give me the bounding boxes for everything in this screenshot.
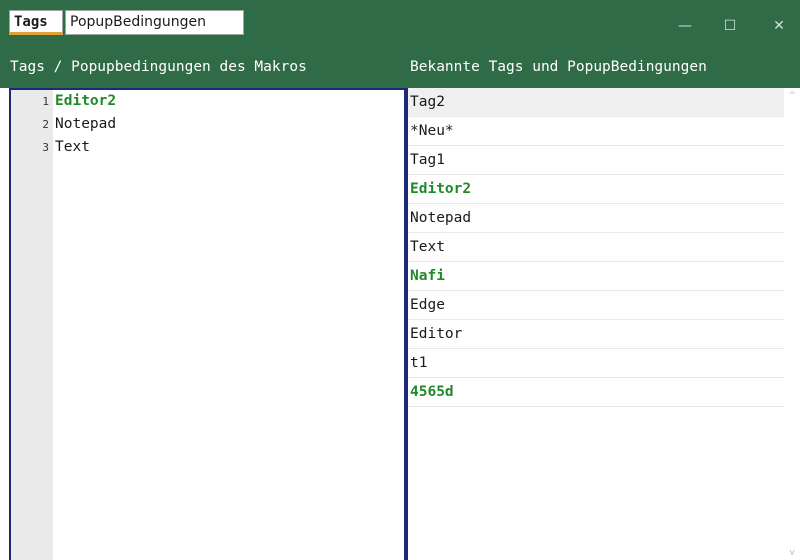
title-bar: Tags PopupBedingungen — ☐ ✕ [0,0,800,50]
editor-line[interactable]: 3 Text [11,136,401,159]
list-item[interactable]: Edge [408,291,786,320]
list-item[interactable]: Notepad [408,204,786,233]
line-number: 3 [42,141,49,154]
maximize-icon[interactable]: ☐ [715,15,745,37]
line-number: 2 [42,118,49,131]
macro-tags-editor[interactable]: 1 Editor2 2 Notepad 3 Text [9,88,406,560]
scroll-up-icon[interactable]: ^ [784,91,800,101]
known-tags-list: Tag2 *Neu* Tag1 Editor2 Notepad Text Naf… [406,88,800,560]
left-panel-header: Tags / Popupbedingungen des Makros [10,59,307,75]
right-panel-header: Bekannte Tags und PopupBedingungen [410,59,707,75]
scroll-down-icon[interactable]: v [784,548,800,558]
list-item[interactable]: t1 [408,349,786,378]
list-item[interactable]: Editor2 [408,175,786,204]
tab-tags[interactable]: Tags [9,10,63,35]
line-number: 1 [42,95,49,108]
line-text: Notepad [55,116,117,132]
line-text: Editor2 [55,93,117,109]
minimize-icon[interactable]: — [670,15,700,37]
line-number-gutter [11,90,53,560]
line-text: Text [55,139,90,155]
vertical-scrollbar[interactable]: ^ v [784,88,800,560]
close-icon[interactable]: ✕ [764,15,794,37]
list-item[interactable]: Text [408,233,786,262]
list-item[interactable]: Tag1 [408,146,786,175]
editor-line[interactable]: 1 Editor2 [11,90,401,113]
panel-headers: Tags / Popupbedingungen des Makros Bekan… [0,50,800,88]
list-item[interactable]: Nafi [408,262,786,291]
list-item[interactable]: Tag2 [408,88,786,117]
list-item[interactable]: *Neu* [408,117,786,146]
tab-popupbedingungen[interactable]: PopupBedingungen [65,10,244,35]
list-item[interactable]: Editor [408,320,786,349]
list-item[interactable]: 4565d [408,378,786,407]
editor-line[interactable]: 2 Notepad [11,113,401,136]
